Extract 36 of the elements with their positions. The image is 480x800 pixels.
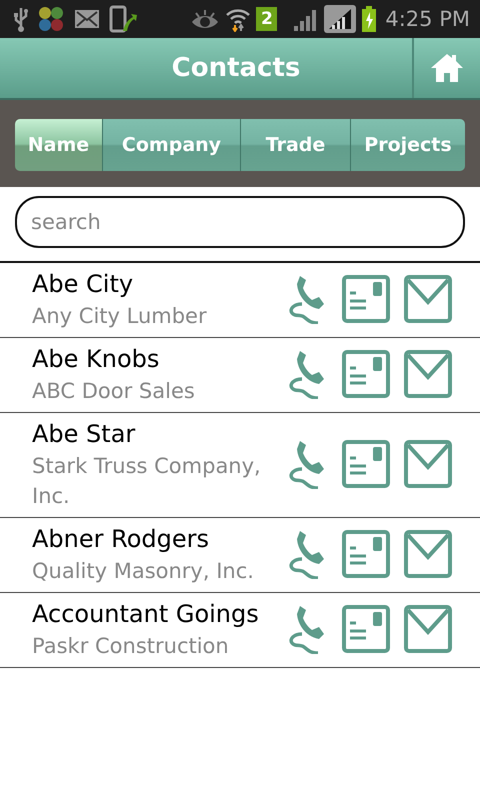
company-name: ABC Door Sales bbox=[32, 378, 196, 405]
search-field[interactable]: search bbox=[15, 196, 465, 248]
company-name: Quality Masonry, Inc. bbox=[32, 558, 255, 585]
contact-card-icon bbox=[342, 605, 390, 653]
clock-time: 4:25 PM bbox=[385, 7, 470, 31]
tab[interactable]: Trade bbox=[240, 119, 350, 171]
home-icon bbox=[429, 52, 465, 84]
envelope-icon bbox=[404, 275, 452, 323]
company-name: Any City Lumber bbox=[32, 303, 208, 330]
envelope-icon bbox=[404, 530, 452, 578]
petals-icon bbox=[37, 5, 65, 33]
envelope-icon bbox=[74, 9, 100, 29]
tab[interactable]: Company bbox=[102, 119, 240, 171]
contact-name: Abe City bbox=[32, 269, 134, 300]
contact-name: Abner Rodgers bbox=[32, 524, 210, 555]
screen-title: Contacts bbox=[170, 53, 302, 83]
tab[interactable]: Name bbox=[15, 119, 102, 171]
signal-icon bbox=[323, 4, 358, 34]
contact-card-icon bbox=[342, 440, 390, 488]
contact-name: Abe Knobs bbox=[32, 344, 160, 375]
envelope-icon bbox=[404, 440, 452, 488]
contact-card-icon bbox=[342, 275, 390, 323]
company-name: Stark Truss Company, Inc. bbox=[32, 453, 262, 510]
battery-icon bbox=[362, 6, 376, 32]
contact-card-icon bbox=[342, 350, 390, 398]
envelope-icon bbox=[404, 350, 452, 398]
sim-badge: 2 bbox=[256, 7, 278, 31]
contact-name: Accountant Goings bbox=[32, 599, 260, 630]
tab[interactable]: Projects bbox=[350, 119, 465, 171]
contact-card-icon bbox=[342, 530, 390, 578]
envelope-icon bbox=[404, 605, 452, 653]
eye-icon bbox=[190, 8, 220, 30]
contact-name: Abe Star bbox=[32, 419, 136, 450]
phone-upload-icon bbox=[109, 5, 137, 33]
usb-icon bbox=[14, 6, 28, 32]
company-name: Paskr Construction bbox=[32, 633, 230, 660]
